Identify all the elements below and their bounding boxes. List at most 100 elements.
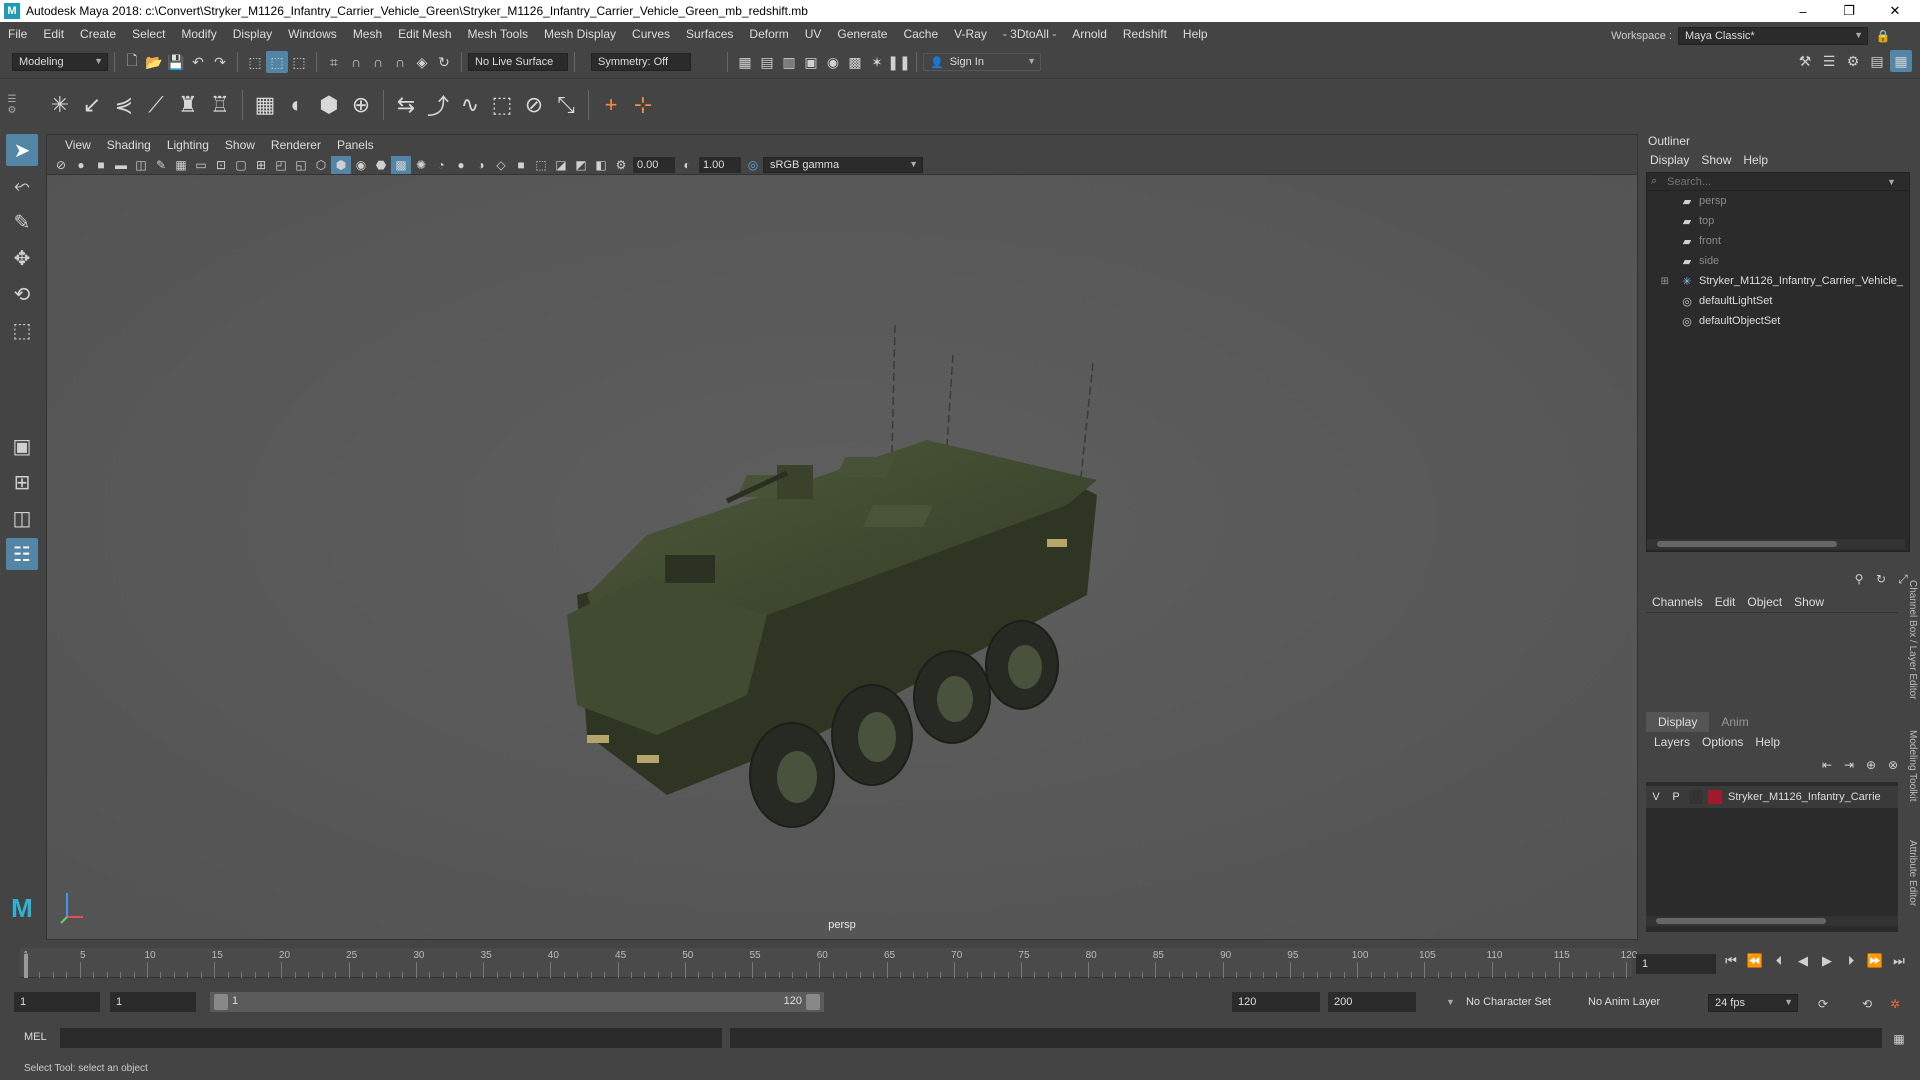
menu-curves[interactable]: Curves — [624, 27, 678, 41]
ik-spline-icon[interactable]: ⋞ — [108, 89, 140, 121]
new-scene-icon[interactable]: 🗋 — [121, 51, 143, 73]
layer-visibility[interactable]: V — [1646, 791, 1666, 803]
blend-shape-icon[interactable]: ⇆ — [390, 89, 422, 121]
mode-dropdown[interactable]: Modeling ▼ — [12, 53, 108, 71]
safe-action-icon[interactable]: ◰ — [271, 156, 291, 174]
time-slider-track[interactable]: 1510152025303540455055606570758085909510… — [20, 948, 1637, 978]
rotate-tool-icon[interactable]: ⟲ — [6, 278, 38, 310]
menu-file[interactable]: File — [0, 27, 35, 41]
use-all-lights-icon[interactable]: ✺ — [411, 156, 431, 174]
tab-attribute-editor[interactable]: Attribute Editor — [1902, 840, 1918, 906]
select-component-icon[interactable]: ⬚ — [288, 51, 310, 73]
menu-v-ray[interactable]: V-Ray — [946, 27, 995, 41]
constraint-icon[interactable]: ⊘ — [518, 89, 550, 121]
step-back-frame-icon[interactable]: ⏴ — [1770, 952, 1788, 970]
layer-menu-options[interactable]: Options — [1696, 735, 1749, 749]
image-plane-icon[interactable]: ▬ — [111, 156, 131, 174]
single-pane-icon[interactable]: ▣ — [6, 430, 38, 462]
move-layer-up-icon[interactable]: ⇤ — [1818, 754, 1836, 776]
screen-space-ao-icon[interactable]: ● — [451, 156, 471, 174]
close-button[interactable]: ✕ — [1872, 0, 1918, 22]
modeling-toolkit-icon[interactable]: ⚒ — [1794, 50, 1816, 72]
viewport-menu-lighting[interactable]: Lighting — [159, 138, 217, 152]
select-object-icon[interactable]: ⬚ — [266, 51, 288, 73]
symmetry-dropdown[interactable]: Symmetry: Off — [591, 53, 691, 71]
outliner-item[interactable]: ▰ persp — [1647, 191, 1909, 211]
menu-create[interactable]: Create — [72, 27, 124, 41]
smooth-shade-icon[interactable]: ⬢ — [331, 155, 351, 174]
animation-start-field[interactable]: 1 — [14, 992, 100, 1012]
layer-row[interactable]: V P Stryker_M1126_Infantry_Carrie — [1646, 786, 1898, 808]
multisample-aa-icon[interactable]: ◇ — [491, 156, 511, 174]
outliner-menu-display[interactable]: Display — [1644, 153, 1695, 167]
gamma-icon[interactable]: ◐ — [677, 156, 697, 174]
workspace-dropdown[interactable]: Maya Classic* ▼ — [1678, 27, 1868, 45]
grease-pencil-icon[interactable]: ✎ — [151, 156, 171, 174]
bend-deformer-icon[interactable]: ⤴ — [422, 89, 454, 121]
render-frame-icon[interactable]: ▦ — [734, 51, 756, 73]
viewport-menu-view[interactable]: View — [57, 138, 99, 152]
two-pane-icon[interactable]: ◫ — [6, 502, 38, 534]
script-language-label[interactable]: MEL — [24, 1031, 47, 1043]
lattice-icon[interactable]: ▦ — [249, 89, 281, 121]
wireframe-on-shaded-icon[interactable]: ⬣ — [371, 156, 391, 174]
depth-of-field-icon[interactable]: ■ — [511, 156, 531, 174]
open-scene-icon[interactable]: 📂 — [143, 51, 165, 73]
render-setup-icon[interactable]: ▩ — [844, 51, 866, 73]
menu-mesh-display[interactable]: Mesh Display — [536, 27, 624, 41]
hypershade-icon[interactable]: ◉ — [822, 51, 844, 73]
menu-modify[interactable]: Modify — [173, 27, 224, 41]
menu-3dtoall[interactable]: - 3DtoAll - — [995, 27, 1064, 41]
refresh-icon[interactable]: ↻ — [1872, 568, 1890, 590]
tab-channel-box-layer-editor[interactable]: Channel Box / Layer Editor — [1902, 580, 1918, 700]
script-editor-icon[interactable]: ▦ — [1890, 1028, 1908, 1050]
select-tool-icon[interactable]: ➤ — [6, 134, 38, 166]
viewport-canvas[interactable]: persp — [47, 175, 1637, 939]
viewport-menu-renderer[interactable]: Renderer — [263, 138, 329, 152]
play-backwards-icon[interactable]: ◀ — [1794, 952, 1812, 970]
command-input[interactable] — [60, 1028, 722, 1048]
snap-surface-icon[interactable]: ◈ — [411, 51, 433, 73]
step-back-key-icon[interactable]: ⏪ — [1746, 952, 1764, 970]
menu-arnold[interactable]: Arnold — [1064, 27, 1115, 41]
xray-components-icon[interactable]: ◧ — [591, 156, 611, 174]
menu-select[interactable]: Select — [124, 27, 173, 41]
outliner-item[interactable]: ◎ defaultLightSet — [1647, 291, 1909, 311]
resolution-gate-icon[interactable]: ⊡ — [211, 156, 231, 174]
tab-anim[interactable]: Anim — [1709, 715, 1760, 729]
humanik-icon[interactable]: ♜ — [172, 89, 204, 121]
default-material-icon[interactable]: ◉ — [351, 156, 371, 174]
menu-redshift[interactable]: Redshift — [1115, 27, 1175, 41]
tool-settings-icon[interactable]: ⚙ — [1842, 50, 1864, 72]
move-tool-icon[interactable]: ✥ — [6, 242, 38, 274]
wireframe-icon[interactable]: ⬡ — [311, 156, 331, 174]
loop-icon[interactable]: ⟳ — [1814, 993, 1832, 1015]
snap-grid-icon[interactable]: ⌗ — [323, 51, 345, 73]
light-editor-icon[interactable]: ✶ — [866, 51, 888, 73]
minimize-button[interactable]: – — [1780, 0, 1826, 22]
current-frame-field[interactable]: 1 — [1636, 954, 1716, 974]
render-view-icon[interactable]: ▤ — [756, 51, 778, 73]
snap-point-icon[interactable]: ∩ — [367, 51, 389, 73]
expand-icon[interactable]: ⊞ — [1647, 276, 1669, 287]
menu-cache[interactable]: Cache — [895, 27, 946, 41]
grid-icon[interactable]: ▦ — [171, 156, 191, 174]
go-to-start-icon[interactable]: ⏮ — [1722, 952, 1740, 970]
outliner-menu-help[interactable]: Help — [1737, 153, 1774, 167]
cluster-icon[interactable]: ⊕ — [345, 89, 377, 121]
bookmark-icon[interactable]: ■ — [91, 156, 111, 174]
menu-surfaces[interactable]: Surfaces — [678, 27, 741, 41]
undo-icon[interactable]: ↶ — [187, 51, 209, 73]
move-layer-down-icon[interactable]: ⇥ — [1840, 754, 1858, 776]
outliner-toggle-icon[interactable]: ▦ — [1890, 50, 1912, 72]
film-gate-icon[interactable]: ▭ — [191, 156, 211, 174]
xray-icon[interactable]: ◪ — [551, 156, 571, 174]
playback-start-field[interactable]: 1 — [110, 992, 196, 1012]
tab-modeling-toolkit[interactable]: Modeling Toolkit — [1902, 730, 1918, 802]
field-chart-icon[interactable]: ⊞ — [251, 156, 271, 174]
current-time-indicator[interactable] — [24, 954, 28, 978]
pause-icon[interactable]: ❚❚ — [887, 51, 910, 73]
textured-icon[interactable]: ▩ — [391, 155, 411, 174]
bind-skin-icon[interactable]: ⟋ — [140, 89, 172, 121]
attribute-editor-icon[interactable]: ☰ — [1818, 50, 1840, 72]
